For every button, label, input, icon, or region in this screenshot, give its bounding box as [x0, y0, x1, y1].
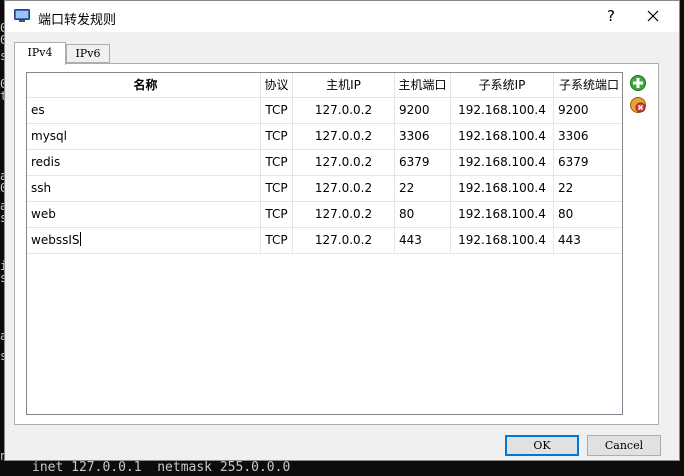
cell-guest-ip[interactable]: 192.168.100.4	[451, 124, 554, 149]
window-title: 端口转发规则	[38, 13, 117, 28]
cell-guest-ip[interactable]: 192.168.100.4	[451, 228, 554, 253]
cell-protocol[interactable]: TCP	[261, 98, 293, 123]
table-header: 名称 协议 主机IP 主机端口 子系统IP 子系统端口	[27, 73, 622, 98]
cell-protocol[interactable]: TCP	[261, 228, 293, 253]
cell-host-ip[interactable]: 127.0.0.2	[293, 228, 395, 253]
cell-guest-ip[interactable]: 192.168.100.4	[451, 176, 554, 201]
table-row[interactable]: mysql TCP 127.0.0.2 3306 192.168.100.4 3306	[27, 124, 622, 150]
tab-ipv4[interactable]: IPv4	[14, 42, 66, 65]
port-rules-table: 名称 协议 主机IP 主机端口 子系统IP 子系统端口 es TCP 127.0.0…	[26, 72, 623, 415]
cell-name[interactable]: es	[27, 98, 261, 123]
cell-name[interactable]: mysql	[27, 124, 261, 149]
cell-host-ip[interactable]: 127.0.0.2	[293, 124, 395, 149]
cell-host-port[interactable]: 80	[395, 202, 451, 227]
cell-name[interactable]: redis	[27, 150, 261, 175]
ok-button[interactable]: OK	[505, 435, 579, 456]
close-icon[interactable]	[641, 5, 665, 27]
table-row[interactable]: ssh TCP 127.0.0.2 22 192.168.100.4 22	[27, 176, 622, 202]
table-row[interactable]: webssIS TCP 127.0.0.2 443 192.168.100.4 443	[27, 228, 622, 254]
table-row[interactable]: web TCP 127.0.0.2 80 192.168.100.4 80	[27, 202, 622, 228]
cell-guest-ip[interactable]: 192.168.100.4	[451, 150, 554, 175]
remove-rule-icon[interactable]	[629, 96, 647, 114]
background-terminal-line: inet 127.0.0.1 netmask 255.0.0.0	[32, 460, 291, 475]
cell-protocol[interactable]: TCP	[261, 150, 293, 175]
cell-guest-ip[interactable]: 192.168.100.4	[451, 202, 554, 227]
cell-guest-port[interactable]: 443	[554, 228, 622, 253]
cell-protocol[interactable]: TCP	[261, 124, 293, 149]
table-row[interactable]: es TCP 127.0.0.2 9200 192.168.100.4 9200	[27, 98, 622, 124]
text-caret	[80, 232, 82, 246]
header-name[interactable]: 名称	[27, 73, 261, 98]
cell-guest-port[interactable]: 80	[554, 202, 622, 227]
cell-name[interactable]: ssh	[27, 176, 261, 201]
header-guest-ip[interactable]: 子系统IP	[451, 73, 554, 98]
cancel-button[interactable]: Cancel	[587, 435, 661, 456]
cell-name[interactable]: web	[27, 202, 261, 227]
header-host-ip[interactable]: 主机IP	[293, 73, 395, 98]
cell-name[interactable]: webssIS	[27, 228, 261, 253]
cell-guest-port[interactable]: 22	[554, 176, 622, 201]
cell-host-port[interactable]: 3306	[395, 124, 451, 149]
header-protocol[interactable]: 协议	[261, 73, 293, 98]
cell-host-port[interactable]: 6379	[395, 150, 451, 175]
title-bar: 端口转发规则 ?	[5, 1, 679, 32]
cell-host-port[interactable]: 9200	[395, 98, 451, 123]
tab-ipv6[interactable]: IPv6	[66, 44, 110, 63]
cell-host-ip[interactable]: 127.0.0.2	[293, 202, 395, 227]
table-row[interactable]: redis TCP 127.0.0.2 6379 192.168.100.4 6379	[27, 150, 622, 176]
cell-host-port[interactable]: 22	[395, 176, 451, 201]
cell-host-ip[interactable]: 127.0.0.2	[293, 98, 395, 123]
cell-host-ip[interactable]: 127.0.0.2	[293, 176, 395, 201]
cell-guest-port[interactable]: 6379	[554, 150, 622, 175]
cell-guest-port[interactable]: 3306	[554, 124, 622, 149]
cell-host-port[interactable]: 443	[395, 228, 451, 253]
cell-protocol[interactable]: TCP	[261, 176, 293, 201]
cell-guest-ip[interactable]: 192.168.100.4	[451, 98, 554, 123]
cell-guest-port[interactable]: 9200	[554, 98, 622, 123]
header-guest-port[interactable]: 子系统端口	[554, 73, 622, 98]
virtualbox-icon	[14, 9, 30, 22]
cell-protocol[interactable]: TCP	[261, 202, 293, 227]
header-host-port[interactable]: 主机端口	[395, 73, 451, 98]
cell-host-ip[interactable]: 127.0.0.2	[293, 150, 395, 175]
add-rule-icon[interactable]	[629, 74, 647, 92]
help-button[interactable]: ?	[603, 7, 619, 25]
